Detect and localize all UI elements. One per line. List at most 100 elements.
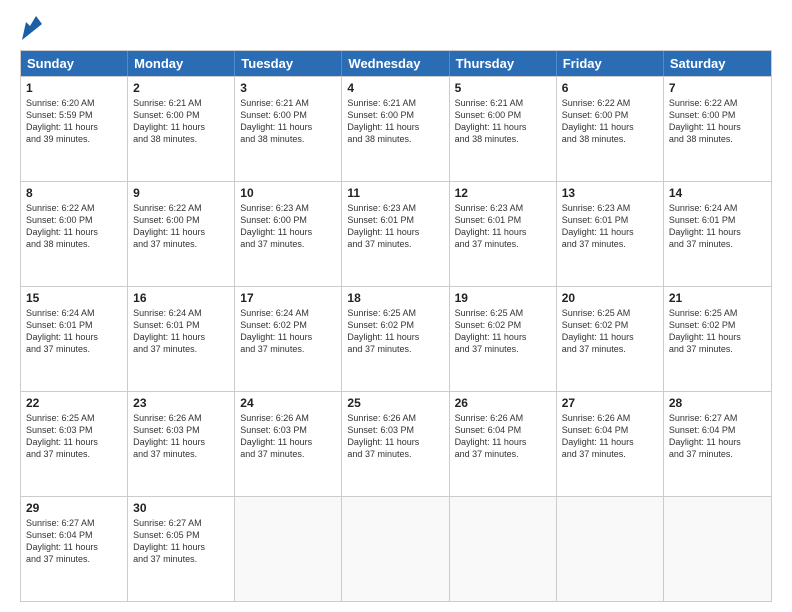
calendar: SundayMondayTuesdayWednesdayThursdayFrid… (20, 50, 772, 602)
day-number: 5 (455, 81, 551, 95)
calendar-header-friday: Friday (557, 51, 664, 76)
day-info: Sunrise: 6:26 AMSunset: 6:03 PMDaylight:… (133, 412, 229, 461)
day-info: Sunrise: 6:22 AMSunset: 6:00 PMDaylight:… (562, 97, 658, 146)
calendar-day-18: 18 Sunrise: 6:25 AMSunset: 6:02 PMDayligh… (342, 287, 449, 391)
page: SundayMondayTuesdayWednesdayThursdayFrid… (0, 0, 792, 612)
calendar-week-3: 15 Sunrise: 6:24 AMSunset: 6:01 PMDayligh… (21, 286, 771, 391)
calendar-day-12: 12 Sunrise: 6:23 AMSunset: 6:01 PMDayligh… (450, 182, 557, 286)
day-info: Sunrise: 6:25 AMSunset: 6:02 PMDaylight:… (347, 307, 443, 356)
calendar-day-2: 2Sunrise: 6:21 AMSunset: 6:00 PMDaylight… (128, 77, 235, 181)
day-info: Sunrise: 6:26 AMSunset: 6:03 PMDaylight:… (240, 412, 336, 461)
day-number: 29 (26, 501, 122, 515)
calendar-header-monday: Monday (128, 51, 235, 76)
day-info: Sunrise: 6:23 AMSunset: 6:01 PMDaylight:… (562, 202, 658, 251)
calendar-header-sunday: Sunday (21, 51, 128, 76)
logo-bird-icon (22, 16, 42, 40)
calendar-day-22: 22 Sunrise: 6:25 AMSunset: 6:03 PMDayligh… (21, 392, 128, 496)
calendar-day-25: 25 Sunrise: 6:26 AMSunset: 6:03 PMDayligh… (342, 392, 449, 496)
day-info: Sunrise: 6:23 AMSunset: 6:01 PMDaylight:… (347, 202, 443, 251)
calendar-week-4: 22 Sunrise: 6:25 AMSunset: 6:03 PMDayligh… (21, 391, 771, 496)
calendar-day-6: 6 Sunrise: 6:22 AMSunset: 6:00 PMDaylight… (557, 77, 664, 181)
day-info: Sunrise: 6:23 AMSunset: 6:01 PMDaylight:… (455, 202, 551, 251)
day-number: 18 (347, 291, 443, 305)
calendar-day-21: 21 Sunrise: 6:25 AMSunset: 6:02 PMDayligh… (664, 287, 771, 391)
day-info: Sunrise: 6:27 AMSunset: 6:04 PMDaylight:… (669, 412, 766, 461)
calendar-day-23: 23 Sunrise: 6:26 AMSunset: 6:03 PMDayligh… (128, 392, 235, 496)
day-info: Sunrise: 6:21 AMSunset: 6:00 PMDaylight:… (240, 97, 336, 146)
calendar-day-14: 14 Sunrise: 6:24 AMSunset: 6:01 PMDayligh… (664, 182, 771, 286)
calendar-day-19: 19Sunrise: 6:25 AMSunset: 6:02 PMDayligh… (450, 287, 557, 391)
calendar-day-8: 8 Sunrise: 6:22 AMSunset: 6:00 PMDaylight… (21, 182, 128, 286)
day-info: Sunrise: 6:20 AMSunset: 5:59 PMDaylight:… (26, 97, 122, 146)
day-number: 10 (240, 186, 336, 200)
calendar-week-1: 1Sunrise: 6:20 AMSunset: 5:59 PMDaylight… (21, 76, 771, 181)
day-info: Sunrise: 6:22 AMSunset: 6:00 PMDaylight:… (26, 202, 122, 251)
calendar-day-9: 9 Sunrise: 6:22 AMSunset: 6:00 PMDaylight… (128, 182, 235, 286)
day-info: Sunrise: 6:23 AMSunset: 6:00 PMDaylight:… (240, 202, 336, 251)
header (20, 16, 772, 40)
calendar-day-5: 5 Sunrise: 6:21 AMSunset: 6:00 PMDaylight… (450, 77, 557, 181)
day-number: 15 (26, 291, 122, 305)
day-number: 12 (455, 186, 551, 200)
calendar-day-11: 11 Sunrise: 6:23 AMSunset: 6:01 PMDayligh… (342, 182, 449, 286)
day-info: Sunrise: 6:26 AMSunset: 6:04 PMDaylight:… (562, 412, 658, 461)
day-number: 17 (240, 291, 336, 305)
day-info: Sunrise: 6:26 AMSunset: 6:03 PMDaylight:… (347, 412, 443, 461)
day-number: 16 (133, 291, 229, 305)
calendar-day-26: 26 Sunrise: 6:26 AMSunset: 6:04 PMDayligh… (450, 392, 557, 496)
calendar-day-1: 1Sunrise: 6:20 AMSunset: 5:59 PMDaylight… (21, 77, 128, 181)
calendar-header-saturday: Saturday (664, 51, 771, 76)
calendar-week-5: 29Sunrise: 6:27 AMSunset: 6:04 PMDayligh… (21, 496, 771, 601)
day-number: 14 (669, 186, 766, 200)
day-number: 4 (347, 81, 443, 95)
day-number: 3 (240, 81, 336, 95)
day-info: Sunrise: 6:26 AMSunset: 6:04 PMDaylight:… (455, 412, 551, 461)
calendar-header-tuesday: Tuesday (235, 51, 342, 76)
day-number: 21 (669, 291, 766, 305)
day-number: 26 (455, 396, 551, 410)
day-number: 6 (562, 81, 658, 95)
day-info: Sunrise: 6:25 AMSunset: 6:02 PMDaylight:… (669, 307, 766, 356)
day-number: 22 (26, 396, 122, 410)
calendar-day-7: 7Sunrise: 6:22 AMSunset: 6:00 PMDaylight… (664, 77, 771, 181)
calendar-day-17: 17 Sunrise: 6:24 AMSunset: 6:02 PMDayligh… (235, 287, 342, 391)
day-info: Sunrise: 6:24 AMSunset: 6:01 PMDaylight:… (133, 307, 229, 356)
calendar-day-28: 28 Sunrise: 6:27 AMSunset: 6:04 PMDayligh… (664, 392, 771, 496)
calendar-header: SundayMondayTuesdayWednesdayThursdayFrid… (21, 51, 771, 76)
calendar-week-2: 8 Sunrise: 6:22 AMSunset: 6:00 PMDaylight… (21, 181, 771, 286)
day-number: 24 (240, 396, 336, 410)
day-info: Sunrise: 6:24 AMSunset: 6:01 PMDaylight:… (669, 202, 766, 251)
calendar-day-15: 15Sunrise: 6:24 AMSunset: 6:01 PMDayligh… (21, 287, 128, 391)
calendar-header-wednesday: Wednesday (342, 51, 449, 76)
day-info: Sunrise: 6:21 AMSunset: 6:00 PMDaylight:… (455, 97, 551, 146)
day-number: 11 (347, 186, 443, 200)
calendar-empty-cell (664, 497, 771, 601)
day-number: 30 (133, 501, 229, 515)
day-number: 25 (347, 396, 443, 410)
day-info: Sunrise: 6:25 AMSunset: 6:02 PMDaylight:… (562, 307, 658, 356)
day-number: 9 (133, 186, 229, 200)
calendar-header-thursday: Thursday (450, 51, 557, 76)
day-info: Sunrise: 6:25 AMSunset: 6:03 PMDaylight:… (26, 412, 122, 461)
calendar-day-24: 24 Sunrise: 6:26 AMSunset: 6:03 PMDayligh… (235, 392, 342, 496)
logo (20, 16, 42, 40)
day-number: 23 (133, 396, 229, 410)
calendar-day-29: 29Sunrise: 6:27 AMSunset: 6:04 PMDayligh… (21, 497, 128, 601)
calendar-body: 1Sunrise: 6:20 AMSunset: 5:59 PMDaylight… (21, 76, 771, 601)
day-number: 28 (669, 396, 766, 410)
calendar-day-10: 10 Sunrise: 6:23 AMSunset: 6:00 PMDayligh… (235, 182, 342, 286)
day-number: 19 (455, 291, 551, 305)
day-info: Sunrise: 6:22 AMSunset: 6:00 PMDaylight:… (133, 202, 229, 251)
calendar-day-13: 13 Sunrise: 6:23 AMSunset: 6:01 PMDayligh… (557, 182, 664, 286)
calendar-empty-cell (235, 497, 342, 601)
day-info: Sunrise: 6:27 AMSunset: 6:05 PMDaylight:… (133, 517, 229, 566)
day-number: 8 (26, 186, 122, 200)
day-info: Sunrise: 6:24 AMSunset: 6:02 PMDaylight:… (240, 307, 336, 356)
day-info: Sunrise: 6:21 AMSunset: 6:00 PMDaylight:… (347, 97, 443, 146)
calendar-day-20: 20Sunrise: 6:25 AMSunset: 6:02 PMDayligh… (557, 287, 664, 391)
calendar-empty-cell (557, 497, 664, 601)
day-number: 7 (669, 81, 766, 95)
calendar-day-4: 4 Sunrise: 6:21 AMSunset: 6:00 PMDaylight… (342, 77, 449, 181)
day-number: 13 (562, 186, 658, 200)
day-number: 2 (133, 81, 229, 95)
